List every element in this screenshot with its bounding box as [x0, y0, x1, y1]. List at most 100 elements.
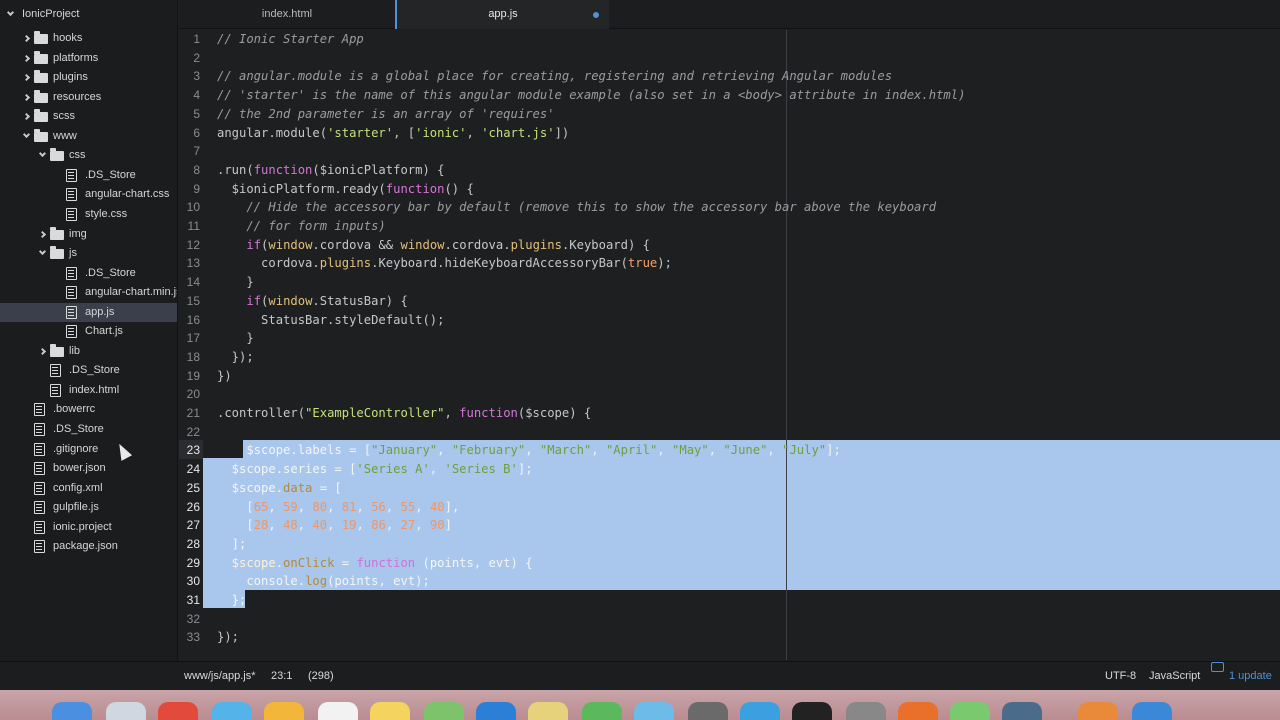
tree-item[interactable]: angular-chart.min.js: [0, 283, 177, 302]
chevron-right-icon[interactable]: [22, 74, 31, 82]
tree-item[interactable]: .bowerrc: [0, 400, 177, 419]
tree-item[interactable]: bower.json: [0, 459, 177, 478]
code-text[interactable]: }: [217, 329, 253, 348]
messages-icon[interactable]: [634, 702, 674, 720]
line-number[interactable]: 7: [179, 142, 200, 161]
code-text[interactable]: angular.module('starter', ['ionic', 'cha…: [217, 124, 569, 143]
tree-item[interactable]: gulpfile.js: [0, 498, 177, 517]
tree-item[interactable]: img: [0, 225, 177, 244]
code-text[interactable]: [65, 59, 80, 81, 56, 55, 40],: [217, 498, 459, 517]
chevron-right-icon[interactable]: [22, 93, 31, 101]
line-number[interactable]: 30: [179, 572, 200, 591]
tree-item[interactable]: angular-chart.css: [0, 185, 177, 204]
code-text[interactable]: // for form inputs): [217, 217, 385, 236]
tab-app-js[interactable]: app.js: [395, 0, 609, 29]
modified-indicator-icon[interactable]: [593, 12, 599, 18]
calendar-icon[interactable]: [318, 702, 358, 720]
line-number[interactable]: 6: [179, 124, 200, 143]
line-number[interactable]: 29: [179, 554, 200, 573]
code-text[interactable]: };: [217, 591, 247, 610]
downloads-icon[interactable]: [1078, 702, 1118, 720]
line-number[interactable]: 21: [179, 404, 200, 423]
code-text[interactable]: cordova.plugins.Keyboard.hideKeyboardAcc…: [217, 254, 672, 273]
line-number[interactable]: 16: [179, 311, 200, 330]
tree-item[interactable]: app.js: [0, 302, 177, 322]
line-number[interactable]: 10: [179, 198, 200, 217]
line-number[interactable]: 13: [179, 254, 200, 273]
line-number[interactable]: 17: [179, 329, 200, 348]
tree-item[interactable]: .DS_Store: [0, 361, 177, 380]
firefox-icon[interactable]: [898, 702, 938, 720]
code-text[interactable]: }: [217, 273, 253, 292]
tree-item[interactable]: config.xml: [0, 479, 177, 498]
line-number[interactable]: 25: [179, 479, 200, 498]
tree-item[interactable]: js: [0, 244, 177, 263]
tree-item[interactable]: hooks: [0, 29, 177, 48]
line-number[interactable]: 19: [179, 367, 200, 386]
line-number[interactable]: 2: [179, 49, 200, 68]
code-text[interactable]: .run(function($ionicPlatform) {: [217, 161, 444, 180]
tree-item[interactable]: ionic.project: [0, 518, 177, 537]
reminders-icon[interactable]: [424, 702, 464, 720]
tree-item[interactable]: resources: [0, 88, 177, 107]
tree-item[interactable]: .DS_Store: [0, 420, 177, 439]
tab-index-html[interactable]: index.html: [179, 0, 395, 29]
line-number[interactable]: 1: [179, 30, 200, 49]
line-number[interactable]: 31: [179, 591, 200, 610]
file-path[interactable]: www/js/app.js*: [184, 662, 256, 691]
chevron-right-icon[interactable]: [22, 113, 31, 121]
code-text[interactable]: [28, 48, 40, 19, 86, 27, 90]: [217, 516, 452, 535]
tree-item[interactable]: style.css: [0, 205, 177, 224]
line-number[interactable]: 28: [179, 535, 200, 554]
line-number[interactable]: 9: [179, 180, 200, 199]
facetime-icon[interactable]: [950, 702, 990, 720]
code-text[interactable]: $scope.labels = ["January", "February", …: [217, 441, 840, 460]
line-number[interactable]: 24: [179, 460, 200, 479]
code-text[interactable]: // Hide the accessory bar by default (re…: [217, 198, 936, 217]
cursor-position[interactable]: 23:1: [271, 662, 292, 691]
chevron-down-icon[interactable]: [22, 130, 31, 138]
unity-icon[interactable]: [688, 702, 728, 720]
contacts-icon[interactable]: [264, 702, 304, 720]
line-number[interactable]: 22: [179, 423, 200, 442]
line-number[interactable]: 11: [179, 217, 200, 236]
code-text[interactable]: if(window.StatusBar) {: [217, 292, 407, 311]
tree-item[interactable]: package.json: [0, 537, 177, 556]
tree-item[interactable]: .DS_Store: [0, 166, 177, 185]
chevron-down-icon[interactable]: [38, 248, 47, 256]
code-text[interactable]: if(window.cordova && window.cordova.plug…: [217, 236, 650, 255]
tree-item[interactable]: index.html: [0, 381, 177, 400]
code-text[interactable]: // 'starter' is the name of this angular…: [217, 86, 965, 105]
code-text[interactable]: // angular.module is a global place for …: [217, 67, 892, 86]
tree-item[interactable]: lib: [0, 342, 177, 361]
tree-item[interactable]: .DS_Store: [0, 264, 177, 283]
tree-item[interactable]: plugins: [0, 68, 177, 87]
package-update-icon[interactable]: [1211, 662, 1224, 672]
code-text[interactable]: $scope.onClick = function (points, evt) …: [217, 554, 533, 573]
code-text[interactable]: }): [217, 367, 232, 386]
appstore-icon[interactable]: [476, 702, 516, 720]
app-icon-2[interactable]: [1132, 702, 1172, 720]
update-count[interactable]: 1 update: [1229, 662, 1272, 691]
tree-item[interactable]: platforms: [0, 49, 177, 68]
grammar-selector[interactable]: JavaScript: [1149, 662, 1200, 691]
system-preferences-icon[interactable]: [846, 702, 886, 720]
code-text[interactable]: ];: [217, 535, 247, 554]
tree-item[interactable]: Chart.js: [0, 322, 177, 341]
line-number[interactable]: 32: [179, 610, 200, 629]
chevron-right-icon[interactable]: [38, 347, 47, 355]
code-text[interactable]: });: [217, 628, 239, 647]
tree-item[interactable]: www: [0, 127, 177, 146]
code-text[interactable]: StatusBar.styleDefault();: [217, 311, 444, 330]
line-number[interactable]: 4: [179, 86, 200, 105]
line-number[interactable]: 26: [179, 498, 200, 517]
line-number[interactable]: 23: [179, 441, 200, 460]
line-number[interactable]: 20: [179, 385, 200, 404]
preview-icon[interactable]: [528, 702, 568, 720]
code-editor[interactable]: 1 // Ionic Starter App 2 3 // angular.module…: [179, 30, 1280, 660]
skype-icon[interactable]: [740, 702, 780, 720]
tree-item[interactable]: .gitignore: [0, 440, 177, 459]
line-number[interactable]: 8: [179, 161, 200, 180]
safari-icon[interactable]: [212, 702, 252, 720]
chrome-icon[interactable]: [158, 702, 198, 720]
